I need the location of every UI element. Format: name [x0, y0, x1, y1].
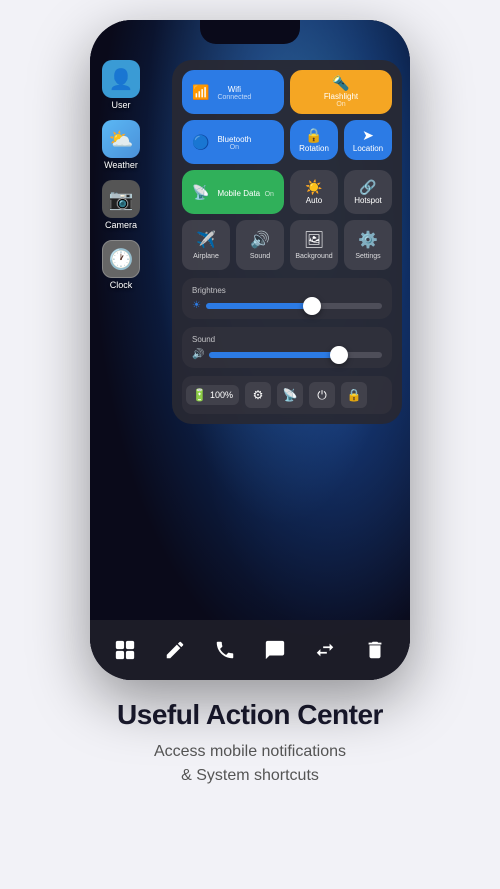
cc-row-3: ✈️ Airplane 🔊 Sound 🖼 Background ⚙️ Sett…: [182, 220, 392, 270]
brightness-label: Brightnes: [192, 286, 382, 295]
dock-trash-icon[interactable]: [357, 632, 393, 668]
sound-slider-label: Sound: [192, 335, 382, 344]
camera-icon: 📷: [102, 180, 140, 218]
background-button[interactable]: 🖼 Background: [290, 220, 338, 270]
flashlight-label: Flashlight: [324, 92, 358, 101]
dock-messages-icon[interactable]: [257, 632, 293, 668]
auto-icon: ☀️: [305, 180, 322, 194]
lock-status-btn[interactable]: 🔒: [341, 382, 367, 408]
brightness-track[interactable]: [206, 303, 382, 309]
sound-icon: 🔊: [250, 230, 270, 250]
sound-track[interactable]: [209, 352, 382, 358]
settings-button[interactable]: ⚙️ Settings: [344, 220, 392, 270]
cc-row-2: 📡 Mobile Data On ☀️ Auto 🔗 Hotspot: [182, 170, 392, 214]
location-label: Location: [353, 144, 383, 153]
clock-icon: 🕐: [102, 240, 140, 278]
airplane-icon: ✈️: [196, 230, 216, 250]
clock-label: Clock: [110, 280, 133, 290]
brightness-slider-row: ☀: [192, 300, 382, 311]
dock-icon-2[interactable]: [157, 632, 193, 668]
rotation-icon: 🔒: [305, 128, 322, 142]
rotation-button[interactable]: 🔒 Rotation: [290, 120, 338, 160]
flashlight-button[interactable]: 🔦 Flashlight On: [290, 70, 392, 114]
brightness-track-container: [206, 303, 382, 309]
app-user[interactable]: 👤 User: [102, 60, 140, 110]
bluetooth-label: Bluetooth: [217, 135, 251, 144]
camera-label: Camera: [105, 220, 137, 230]
dock-phone-icon[interactable]: [207, 632, 243, 668]
phone-frame: 👤 User ⛅ Weather 📷 Camera 🕐 Clock: [90, 20, 410, 680]
settings-icon: ⚙️: [358, 230, 378, 250]
control-center-panel: 📶 Wifi Connected 🔵 Bluetooth On: [172, 60, 402, 424]
mobile-data-sublabel: On: [265, 191, 274, 198]
airplane-label: Airplane: [193, 253, 219, 260]
background-icon: 🖼: [304, 230, 324, 250]
power-btn[interactable]: ⏻: [309, 382, 335, 408]
user-icon: 👤: [102, 60, 140, 98]
mobile-data-label: Mobile Data: [217, 189, 260, 198]
app-weather[interactable]: ⛅ Weather: [102, 120, 140, 170]
flashlight-icon: 🔦: [332, 76, 349, 90]
brightness-fill: [206, 303, 312, 309]
notch: [200, 20, 300, 44]
wifi-icon: 📶: [192, 85, 209, 99]
wifi-label: Wifi: [217, 85, 251, 94]
weather-icon: ⛅: [102, 120, 140, 158]
bluetooth-icon: 🔵: [192, 135, 209, 149]
brightness-thumb[interactable]: [303, 297, 321, 315]
cast-btn[interactable]: 📡: [277, 382, 303, 408]
phone-dock: [90, 620, 410, 680]
auto-button[interactable]: ☀️ Auto: [290, 170, 338, 214]
sound-slider-icon: 🔊: [192, 349, 204, 360]
phone-mockup: 👤 User ⛅ Weather 📷 Camera 🕐 Clock: [90, 20, 410, 680]
dock-icon-1[interactable]: [107, 632, 143, 668]
main-title: Useful Action Center: [117, 698, 383, 732]
sound-thumb[interactable]: [330, 346, 348, 364]
mobile-data-button[interactable]: 📡 Mobile Data On: [182, 170, 284, 214]
sliders-section: Brightnes ☀ Sound 🔊: [182, 278, 392, 368]
sound-track-container: [209, 352, 382, 358]
rotation-label: Rotation: [299, 144, 329, 153]
hotspot-icon: 🔗: [359, 180, 376, 194]
user-label: User: [111, 100, 130, 110]
text-section: Useful Action Center Access mobile notif…: [87, 698, 413, 788]
flashlight-sublabel: On: [336, 101, 345, 108]
location-icon: ➤: [362, 128, 374, 142]
background-label: Background: [295, 253, 332, 260]
sound-slider-row: 🔊: [192, 349, 382, 360]
brightness-slider-section: Brightnes ☀: [182, 278, 392, 319]
sound-button-label: Sound: [250, 253, 270, 260]
mobile-data-icon: 📡: [192, 185, 209, 199]
location-button[interactable]: ➤ Location: [344, 120, 392, 160]
battery-icon: 🔋: [192, 388, 207, 402]
app-camera[interactable]: 📷 Camera: [102, 180, 140, 230]
app-clock[interactable]: 🕐 Clock: [102, 240, 140, 290]
sound-fill: [209, 352, 338, 358]
wifi-sublabel: Connected: [217, 94, 251, 101]
subtitle: Access mobile notifications& System shor…: [117, 740, 383, 788]
cc-row-1: 📶 Wifi Connected 🔵 Bluetooth On: [182, 70, 392, 164]
hotspot-button[interactable]: 🔗 Hotspot: [344, 170, 392, 214]
battery-indicator: 🔋 100%: [186, 385, 239, 405]
auto-label: Auto: [306, 196, 322, 205]
weather-label: Weather: [104, 160, 138, 170]
sound-slider-section: Sound 🔊: [182, 327, 392, 368]
hotspot-label: Hotspot: [354, 196, 382, 205]
wifi-button[interactable]: 📶 Wifi Connected: [182, 70, 284, 114]
settings-status-btn[interactable]: ⚙: [245, 382, 271, 408]
left-app-icons: 👤 User ⛅ Weather 📷 Camera 🕐 Clock: [102, 60, 140, 290]
airplane-button[interactable]: ✈️ Airplane: [182, 220, 230, 270]
bluetooth-button[interactable]: 🔵 Bluetooth On: [182, 120, 284, 164]
bluetooth-sublabel: On: [217, 144, 251, 151]
brightness-icon: ☀: [192, 300, 201, 311]
cc-bottom-status: 🔋 100% ⚙ 📡 ⏻ 🔒: [182, 376, 392, 414]
sound-button[interactable]: 🔊 Sound: [236, 220, 284, 270]
settings-label: Settings: [355, 253, 380, 260]
dock-swap-icon[interactable]: [307, 632, 343, 668]
battery-text: 100%: [210, 390, 233, 400]
